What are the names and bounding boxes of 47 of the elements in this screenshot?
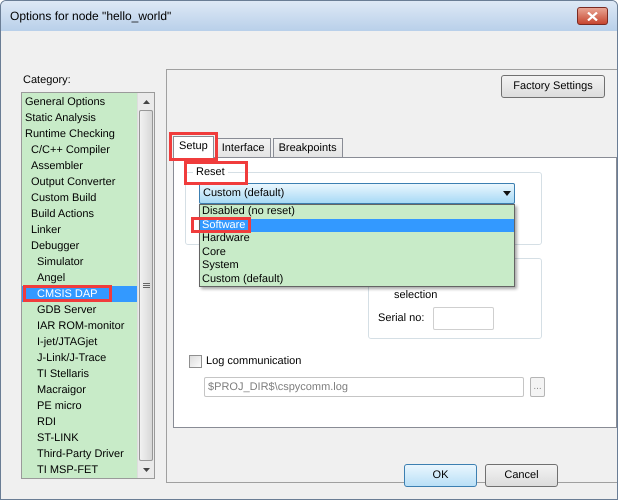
dropdown-option[interactable]: Custom (default) <box>200 272 514 286</box>
dialog-button[interactable]: Cancel <box>485 464 558 487</box>
window-title: Options for node "hello_world" <box>10 8 172 25</box>
category-item[interactable]: RDI <box>22 414 137 430</box>
dropdown-option[interactable]: Disabled (no reset) <box>200 205 514 218</box>
tab[interactable]: Setup <box>173 136 214 158</box>
category-item[interactable]: ST-LINK <box>22 430 137 446</box>
category-item[interactable]: TI MSP-FET <box>22 462 137 478</box>
log-communication-label: Log communication <box>206 354 302 369</box>
scroll-down-icon[interactable] <box>142 468 150 472</box>
category-item[interactable]: J-Link/J-Trace <box>22 350 137 366</box>
category-item[interactable]: General Options <box>22 94 137 110</box>
dropdown-option[interactable]: Hardware <box>200 232 514 246</box>
category-label: Category: <box>23 73 72 88</box>
category-item[interactable]: Macraigor <box>22 382 137 398</box>
category-item[interactable]: Assembler <box>22 158 137 174</box>
category-item[interactable]: IAR ROM-monitor <box>22 318 137 334</box>
caret-icon <box>503 191 511 196</box>
factory-settings-button[interactable]: Factory Settings <box>501 75 605 98</box>
dropdown-option[interactable]: System <box>200 259 514 272</box>
category-item[interactable]: Linker <box>22 222 137 238</box>
category-item[interactable]: GDB Server <box>22 302 137 318</box>
close-icon <box>587 12 598 20</box>
tab[interactable]: Interface <box>216 138 271 157</box>
selection-label: selection <box>394 288 438 302</box>
serial-no-field[interactable] <box>433 307 494 330</box>
tab[interactable]: Breakpoints <box>272 138 343 157</box>
category-item[interactable]: Static Analysis <box>22 110 137 126</box>
scroll-thumb[interactable] <box>139 110 153 461</box>
category-item[interactable]: Custom Build <box>22 190 137 206</box>
serial-no-label: Serial no: <box>378 311 424 326</box>
category-item[interactable]: TI Stellaris <box>22 366 137 382</box>
dropdown-option[interactable]: Core <box>200 246 514 259</box>
category-item[interactable]: PE micro <box>22 398 137 414</box>
close-button[interactable] <box>577 7 608 25</box>
scroll-up-icon[interactable] <box>142 100 150 104</box>
dialog-button[interactable]: OK <box>404 464 477 487</box>
scrollbar[interactable] <box>137 93 154 478</box>
category-item[interactable]: Simulator <box>22 254 137 270</box>
category-item[interactable]: C/C++ Compiler <box>22 142 137 158</box>
category-item[interactable]: Output Converter <box>22 174 137 190</box>
category-item[interactable]: Third-Party Driver <box>22 446 137 462</box>
category-item[interactable]: Debugger <box>22 238 137 254</box>
category-item[interactable]: Angel <box>22 270 137 286</box>
category-item[interactable]: Build Actions <box>22 206 137 222</box>
category-item[interactable]: I-jet/JTAGjet <box>22 334 137 350</box>
category-item[interactable]: Runtime Checking <box>22 126 137 142</box>
